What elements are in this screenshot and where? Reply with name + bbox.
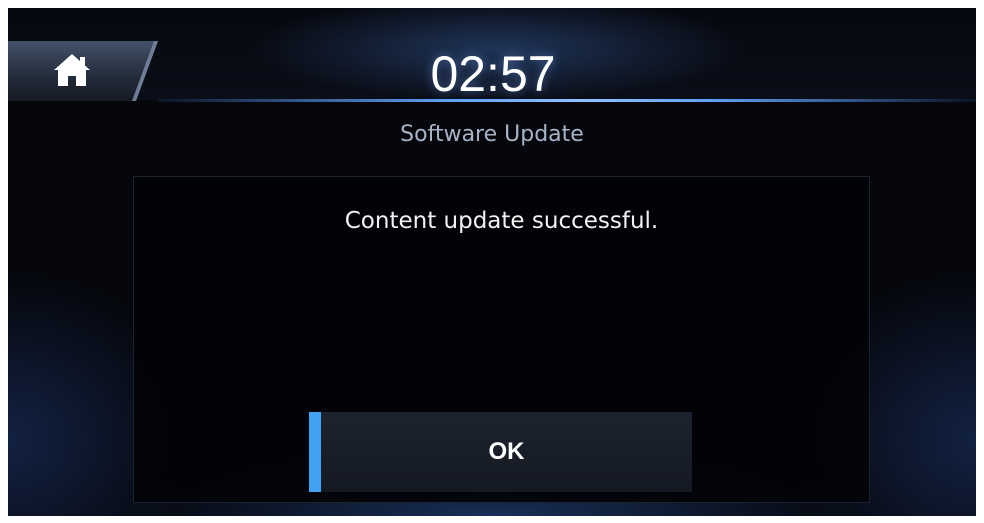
- update-dialog: Content update successful. OK: [133, 176, 870, 503]
- page-title: Software Update: [400, 122, 584, 147]
- status-bar: 02:57: [8, 8, 976, 102]
- ok-button-accent: [309, 412, 321, 492]
- status-bar-divider: [158, 99, 976, 102]
- ok-button-label: OK: [488, 438, 525, 465]
- home-icon: [54, 54, 90, 86]
- clock: 02:57: [430, 46, 556, 102]
- infotainment-screen: 02:57 Software Update Content update suc…: [8, 8, 976, 516]
- ok-button[interactable]: OK: [309, 412, 692, 492]
- dialog-message: Content update successful.: [344, 208, 659, 234]
